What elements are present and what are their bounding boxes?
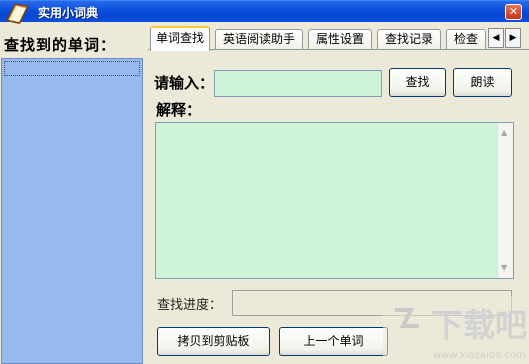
window-title: 实用小词典	[38, 6, 99, 20]
tab-reading-assistant[interactable]: 英语阅读助手	[215, 29, 303, 50]
search-button[interactable]: 查找	[389, 68, 446, 97]
tab-word-lookup[interactable]: 单词查找	[150, 26, 210, 51]
explanation-textarea[interactable]: ▲ ▼	[155, 122, 514, 279]
explanation-label: 解释：	[156, 101, 202, 119]
tab-scroll-left-button[interactable]: ◀	[488, 28, 504, 48]
tab-scroll-right-button[interactable]: ▶	[505, 28, 521, 48]
book-icon	[6, 3, 29, 24]
tab-history[interactable]: 查找记录	[377, 29, 441, 50]
list-focus-row[interactable]	[4, 61, 140, 76]
previous-word-button[interactable]: 上一个单词	[279, 327, 388, 356]
watermark-url: www.xiazaiba.com	[433, 350, 526, 361]
found-words-label: 查找到的单词：	[4, 36, 117, 54]
scroll-up-icon[interactable]: ▲	[501, 128, 507, 137]
read-aloud-button[interactable]: 朗读	[453, 68, 512, 97]
copy-to-clipboard-button[interactable]: 拷贝到剪贴板	[157, 327, 270, 356]
close-icon: ✕	[508, 5, 519, 18]
watermark-logo: 下载吧 www.xiazaiba.com	[383, 296, 529, 364]
progress-label: 查找进度：	[157, 298, 223, 313]
word-input[interactable]	[214, 70, 382, 97]
scroll-down-icon[interactable]: ▼	[501, 263, 507, 272]
tab-settings[interactable]: 属性设置	[308, 29, 372, 50]
explanation-scrollbar[interactable]: ▲ ▼	[497, 123, 513, 278]
input-label: 请输入：	[154, 74, 215, 92]
tab-strip: 单词查找 英语阅读助手 属性设置 查找记录 检查 ◀ ▶	[148, 26, 529, 51]
tab-check[interactable]: 检查	[446, 29, 486, 50]
arrow-left-icon: ◀	[492, 33, 500, 43]
arrow-right-icon: ▶	[509, 33, 517, 43]
title-bar: 实用小词典 ✕	[0, 0, 529, 24]
close-button[interactable]: ✕	[505, 4, 522, 20]
watermark-text: 下载吧	[431, 306, 527, 344]
found-words-list[interactable]	[1, 58, 143, 364]
